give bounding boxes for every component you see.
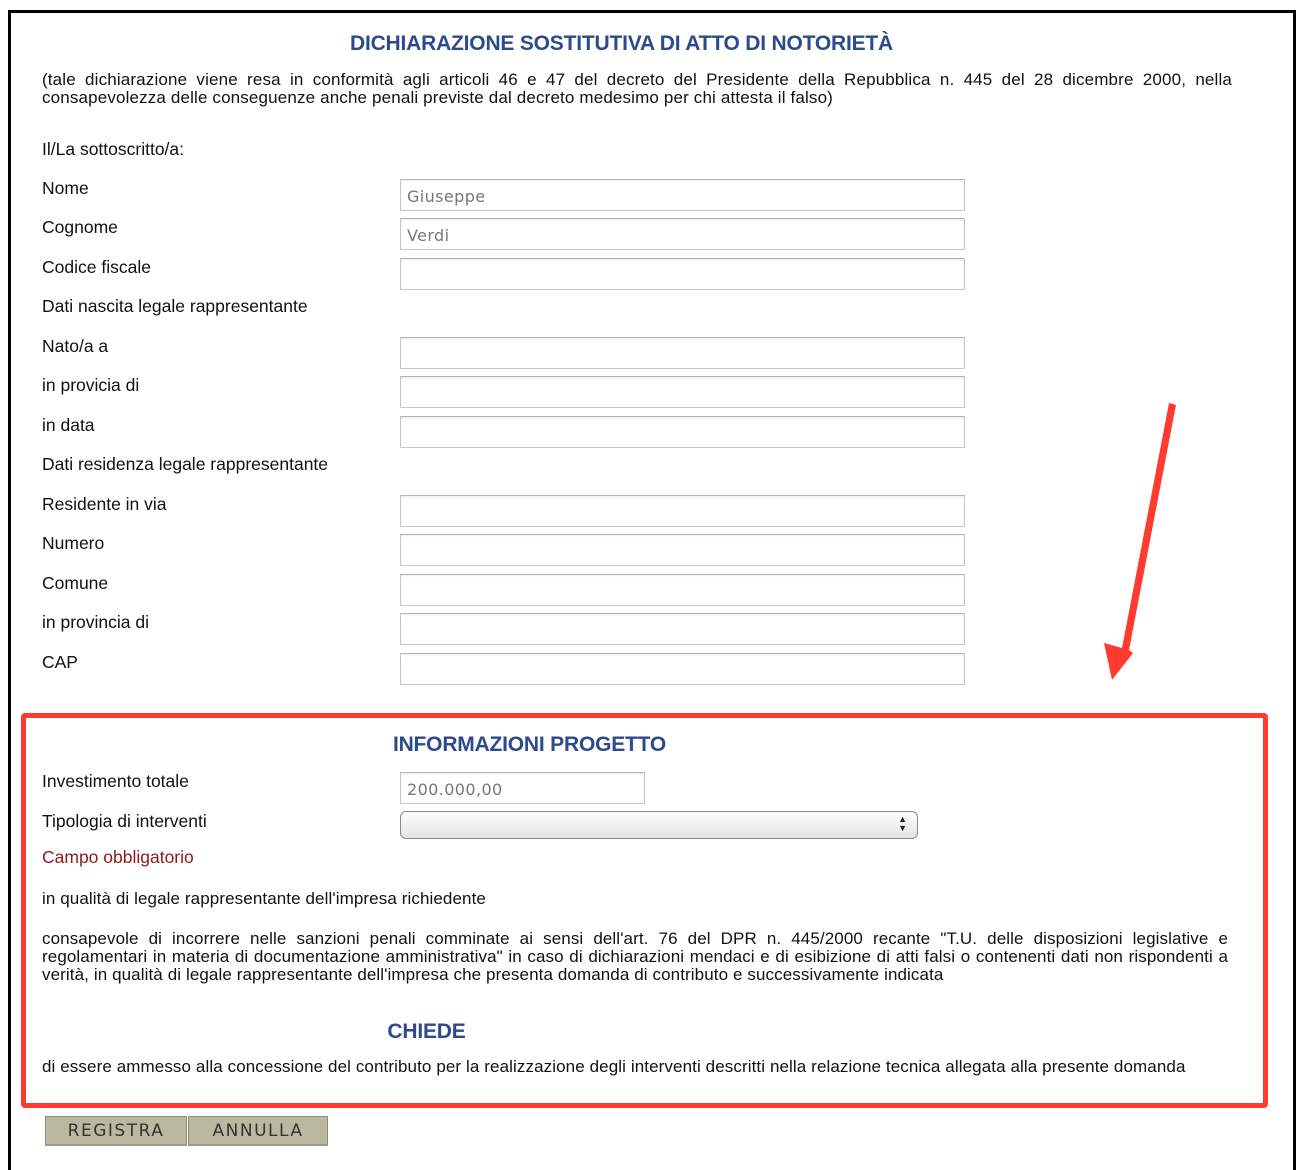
page-title: DICHIARAZIONE SOSTITUTIVA DI ATTO DI NOT… bbox=[349, 32, 894, 55]
via-label: Residente in via bbox=[42, 494, 167, 514]
data-nascita-label: in data bbox=[42, 415, 95, 435]
codice-fiscale-label: Codice fiscale bbox=[42, 257, 151, 277]
signer-label: Il/La sottoscritto/a: bbox=[42, 139, 185, 159]
provincia-residenza-label: in provincia di bbox=[42, 612, 149, 632]
tipologia-select[interactable]: ▲ ▼ bbox=[400, 811, 918, 839]
nome-field[interactable]: Giuseppe bbox=[400, 179, 965, 211]
investimento-field[interactable]: 200.000,00 bbox=[400, 772, 645, 804]
numero-field[interactable] bbox=[400, 534, 965, 566]
consapevole-text: consapevole di incorrere nelle sanzioni … bbox=[42, 929, 1228, 984]
tipologia-label: Tipologia di interventi bbox=[42, 811, 207, 831]
red-arrow-annotation bbox=[1104, 403, 1176, 680]
residenza-section-label: Dati residenza legale rappresentante bbox=[42, 454, 329, 474]
comune-label: Comune bbox=[42, 573, 109, 593]
qualita-text: in qualità di legale rappresentante dell… bbox=[42, 889, 486, 908]
nato-field[interactable] bbox=[400, 337, 965, 369]
numero-label: Numero bbox=[42, 533, 105, 553]
intro-text: (tale dichiarazione viene resa in confor… bbox=[42, 70, 1232, 107]
select-arrows-icon: ▲ ▼ bbox=[898, 814, 907, 833]
provincia-residenza-field[interactable] bbox=[400, 613, 965, 645]
required-field-message: Campo obbligatorio bbox=[42, 847, 194, 867]
provicia-nascita-field[interactable] bbox=[400, 376, 965, 408]
via-field[interactable] bbox=[400, 495, 965, 527]
cognome-label: Cognome bbox=[42, 217, 118, 237]
registra-button[interactable]: REGISTRA bbox=[45, 1116, 187, 1146]
nato-label: Nato/a a bbox=[42, 336, 109, 356]
nascita-section-label: Dati nascita legale rappresentante bbox=[42, 296, 308, 316]
comune-field[interactable] bbox=[400, 574, 965, 606]
data-nascita-field[interactable] bbox=[400, 416, 965, 448]
provicia-nascita-label: in provicia di bbox=[42, 375, 140, 395]
progetto-title: INFORMAZIONI PROGETTO bbox=[392, 733, 667, 756]
investimento-label: Investimento totale bbox=[42, 771, 189, 791]
codice-fiscale-field[interactable] bbox=[400, 258, 965, 290]
annulla-button[interactable]: ANNULLA bbox=[188, 1116, 328, 1146]
chiede-text: di essere ammesso alla concessione del c… bbox=[42, 1057, 1186, 1076]
chiede-title: CHIEDE bbox=[387, 1020, 466, 1043]
cap-label: CAP bbox=[42, 652, 78, 672]
cognome-field[interactable]: Verdi bbox=[400, 218, 965, 250]
nome-label: Nome bbox=[42, 178, 89, 198]
cap-field[interactable] bbox=[400, 653, 965, 685]
